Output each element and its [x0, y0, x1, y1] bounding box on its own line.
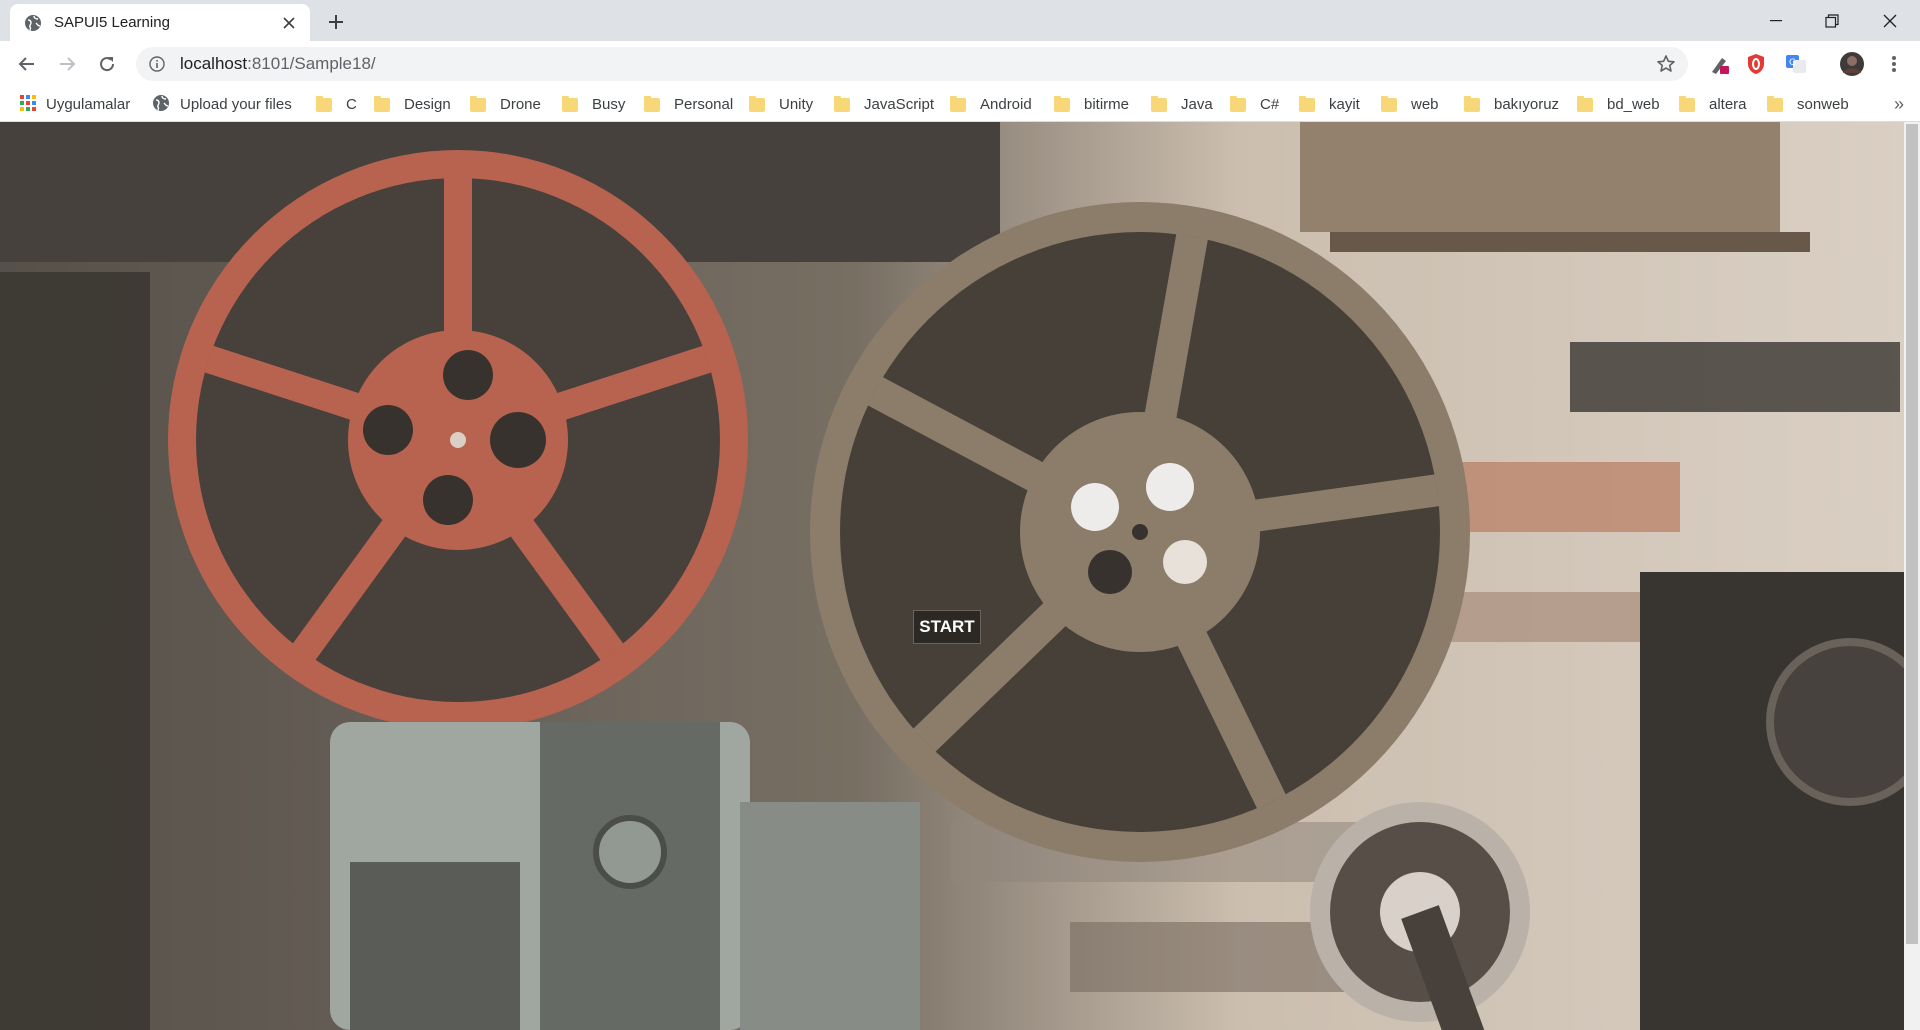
- forward-arrow-icon[interactable]: [52, 49, 82, 79]
- window-close-icon[interactable]: [1862, 0, 1918, 41]
- bookmark-folder[interactable]: JavaScript: [834, 87, 934, 122]
- page-background: START: [0, 122, 1904, 1030]
- bookmark-label: Personal: [674, 96, 734, 113]
- bookmark-label: bakıyoruz: [1494, 96, 1560, 113]
- folder-icon: [1577, 95, 1593, 112]
- bookmark-folder[interactable]: bakıyoruz: [1464, 87, 1559, 122]
- back-arrow-icon[interactable]: [12, 49, 42, 79]
- scrollbar-thumb[interactable]: [1906, 124, 1918, 944]
- bookmark-label: Upload your files: [180, 96, 292, 113]
- bookmark-folder[interactable]: C#: [1230, 87, 1279, 122]
- bookmark-label: Unity: [779, 96, 814, 113]
- bookmark-label: sonweb: [1797, 96, 1849, 113]
- bookmark-folder[interactable]: Design: [374, 87, 451, 122]
- bookmark-item[interactable]: Uygulamalar: [20, 87, 130, 122]
- apps-grid-icon: [20, 94, 36, 115]
- bookmark-folder[interactable]: C: [316, 87, 357, 122]
- bookmark-folder[interactable]: Java: [1151, 87, 1213, 122]
- bookmark-label: web: [1411, 96, 1439, 113]
- folder-icon: [644, 95, 660, 112]
- globe-icon: [24, 14, 42, 32]
- restore-icon[interactable]: [1804, 0, 1860, 41]
- reload-icon[interactable]: [92, 49, 122, 79]
- url-text: localhost:8101/Sample18/: [180, 54, 376, 74]
- start-button[interactable]: START: [913, 610, 981, 644]
- folder-icon: [374, 95, 390, 112]
- bookmark-folder[interactable]: Busy: [562, 87, 625, 122]
- folder-icon: [1230, 95, 1246, 112]
- folder-icon: [1679, 95, 1695, 112]
- tab-strip: SAPUI5 Learning: [0, 0, 1920, 41]
- bookmark-label: bd_web: [1607, 96, 1660, 113]
- folder-icon: [562, 95, 578, 112]
- bookmark-folder[interactable]: Android: [950, 87, 1032, 122]
- bookmark-folder[interactable]: kayit: [1299, 87, 1360, 122]
- tab-title: SAPUI5 Learning: [54, 14, 170, 31]
- bookmark-folder[interactable]: Drone: [470, 87, 541, 122]
- folder-icon: [1381, 95, 1397, 112]
- bookmark-label: altera: [1709, 96, 1747, 113]
- folder-icon: [1464, 95, 1480, 112]
- bookmark-star-icon[interactable]: [1656, 54, 1676, 74]
- minimize-icon[interactable]: [1748, 0, 1804, 41]
- address-bar[interactable]: localhost:8101/Sample18/: [136, 47, 1688, 81]
- bookmark-label: Android: [980, 96, 1032, 113]
- folder-icon: [1767, 95, 1783, 112]
- browser-menu-icon[interactable]: [1880, 50, 1908, 78]
- bookmark-folder[interactable]: web: [1381, 87, 1439, 122]
- folder-icon: [1299, 95, 1315, 112]
- bookmarks-bar: Uygulamalar Upload your files C Design D…: [0, 87, 1920, 122]
- bookmark-folder[interactable]: sonweb: [1767, 87, 1849, 122]
- globe-icon: [152, 94, 170, 116]
- url-path: :8101/Sample18/: [247, 54, 376, 73]
- film-reels-photo: [0, 122, 1904, 1030]
- opera-extension-icon[interactable]: [1742, 50, 1770, 78]
- url-host: localhost: [180, 54, 248, 73]
- folder-icon: [470, 95, 486, 112]
- bookmark-label: Drone: [500, 96, 541, 113]
- pen-extension-icon[interactable]: [1706, 50, 1734, 78]
- bookmark-folder[interactable]: altera: [1679, 87, 1747, 122]
- folder-icon: [834, 95, 850, 112]
- browser-toolbar: localhost:8101/Sample18/: [0, 41, 1920, 87]
- translate-extension-icon[interactable]: G: [1782, 50, 1810, 78]
- bookmark-folder[interactable]: bitirme: [1054, 87, 1129, 122]
- bookmark-label: Busy: [592, 96, 626, 113]
- folder-icon: [749, 95, 765, 112]
- page-scrollbar[interactable]: [1904, 122, 1920, 1030]
- folder-icon: [950, 95, 966, 112]
- bookmark-folder[interactable]: Personal: [644, 87, 733, 122]
- bookmark-label: bitirme: [1084, 96, 1130, 113]
- bookmark-label: Uygulamalar: [46, 96, 131, 113]
- bookmark-label: Design: [404, 96, 451, 113]
- browser-tab[interactable]: SAPUI5 Learning: [10, 4, 310, 41]
- bookmark-folder[interactable]: Unity: [749, 87, 813, 122]
- avatar[interactable]: [1838, 50, 1866, 78]
- bookmark-label: Java: [1181, 96, 1213, 113]
- new-tab-button[interactable]: [322, 8, 350, 36]
- folder-icon: [1054, 95, 1070, 112]
- bookmark-label: C#: [1260, 96, 1280, 113]
- svg-text:G: G: [1789, 58, 1796, 68]
- site-info-icon[interactable]: [148, 55, 166, 73]
- tab-close-icon[interactable]: [278, 12, 300, 34]
- bookmark-label: C: [346, 96, 357, 113]
- folder-icon: [1151, 95, 1167, 112]
- chevron-more-icon[interactable]: »: [1894, 87, 1904, 122]
- bookmark-label: JavaScript: [864, 96, 935, 113]
- bookmark-item[interactable]: Upload your files: [152, 87, 292, 122]
- bookmark-label: kayit: [1329, 96, 1360, 113]
- bookmark-folder[interactable]: bd_web: [1577, 87, 1660, 122]
- folder-icon: [316, 95, 332, 112]
